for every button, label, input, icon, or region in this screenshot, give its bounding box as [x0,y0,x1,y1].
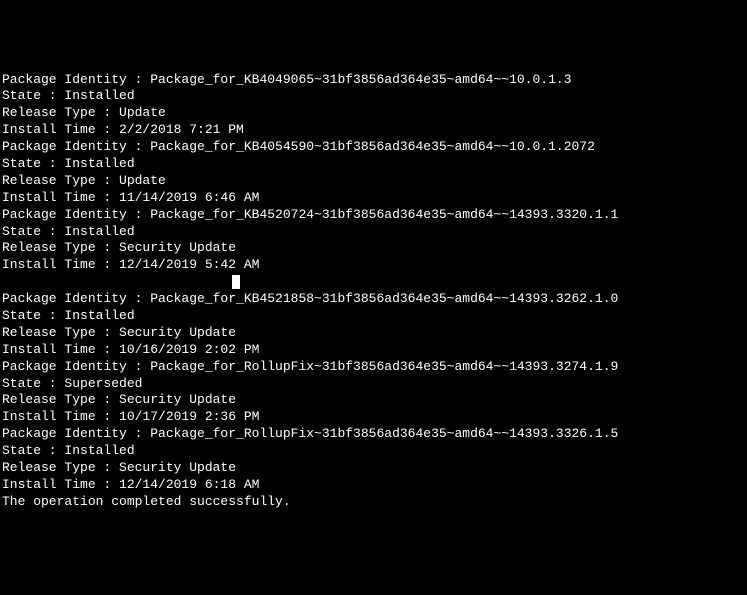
release-type-line: Release Type : Update [2,105,747,122]
release-type-line: Release Type : Update [2,173,747,190]
release-type-line: Release Type : Security Update [2,325,747,342]
completion-message: The operation completed successfully. [2,494,747,511]
release-type-line: Release Type : Security Update [2,392,747,409]
cursor-line [2,274,747,291]
install-time-line: Install Time : 12/14/2019 5:42 AM [2,257,747,274]
install-time-line: Install Time : 10/17/2019 2:36 PM [2,409,747,426]
state-line: State : Superseded [2,376,747,393]
package-identity-line: Package Identity : Package_for_KB4521858… [2,291,747,308]
release-type-line: Release Type : Security Update [2,460,747,477]
install-time-line: Install Time : 12/14/2019 6:18 AM [2,477,747,494]
install-time-line: Install Time : 11/14/2019 6:46 AM [2,190,747,207]
package-identity-line: Package Identity : Package_for_KB4054590… [2,139,747,156]
state-line: State : Installed [2,443,747,460]
release-type-line: Release Type : Security Update [2,240,747,257]
install-time-line: Install Time : 10/16/2019 2:02 PM [2,342,747,359]
package-identity-line: Package Identity : Package_for_RollupFix… [2,359,747,376]
state-line: State : Installed [2,224,747,241]
text-cursor [232,275,240,289]
terminal-output: Package Identity : Package_for_KB4049065… [2,72,747,511]
state-line: State : Installed [2,88,747,105]
state-line: State : Installed [2,156,747,173]
package-identity-line: Package Identity : Package_for_KB4049065… [2,72,747,89]
package-identity-line: Package Identity : Package_for_RollupFix… [2,426,747,443]
state-line: State : Installed [2,308,747,325]
install-time-line: Install Time : 2/2/2018 7:21 PM [2,122,747,139]
package-identity-line: Package Identity : Package_for_KB4520724… [2,207,747,224]
